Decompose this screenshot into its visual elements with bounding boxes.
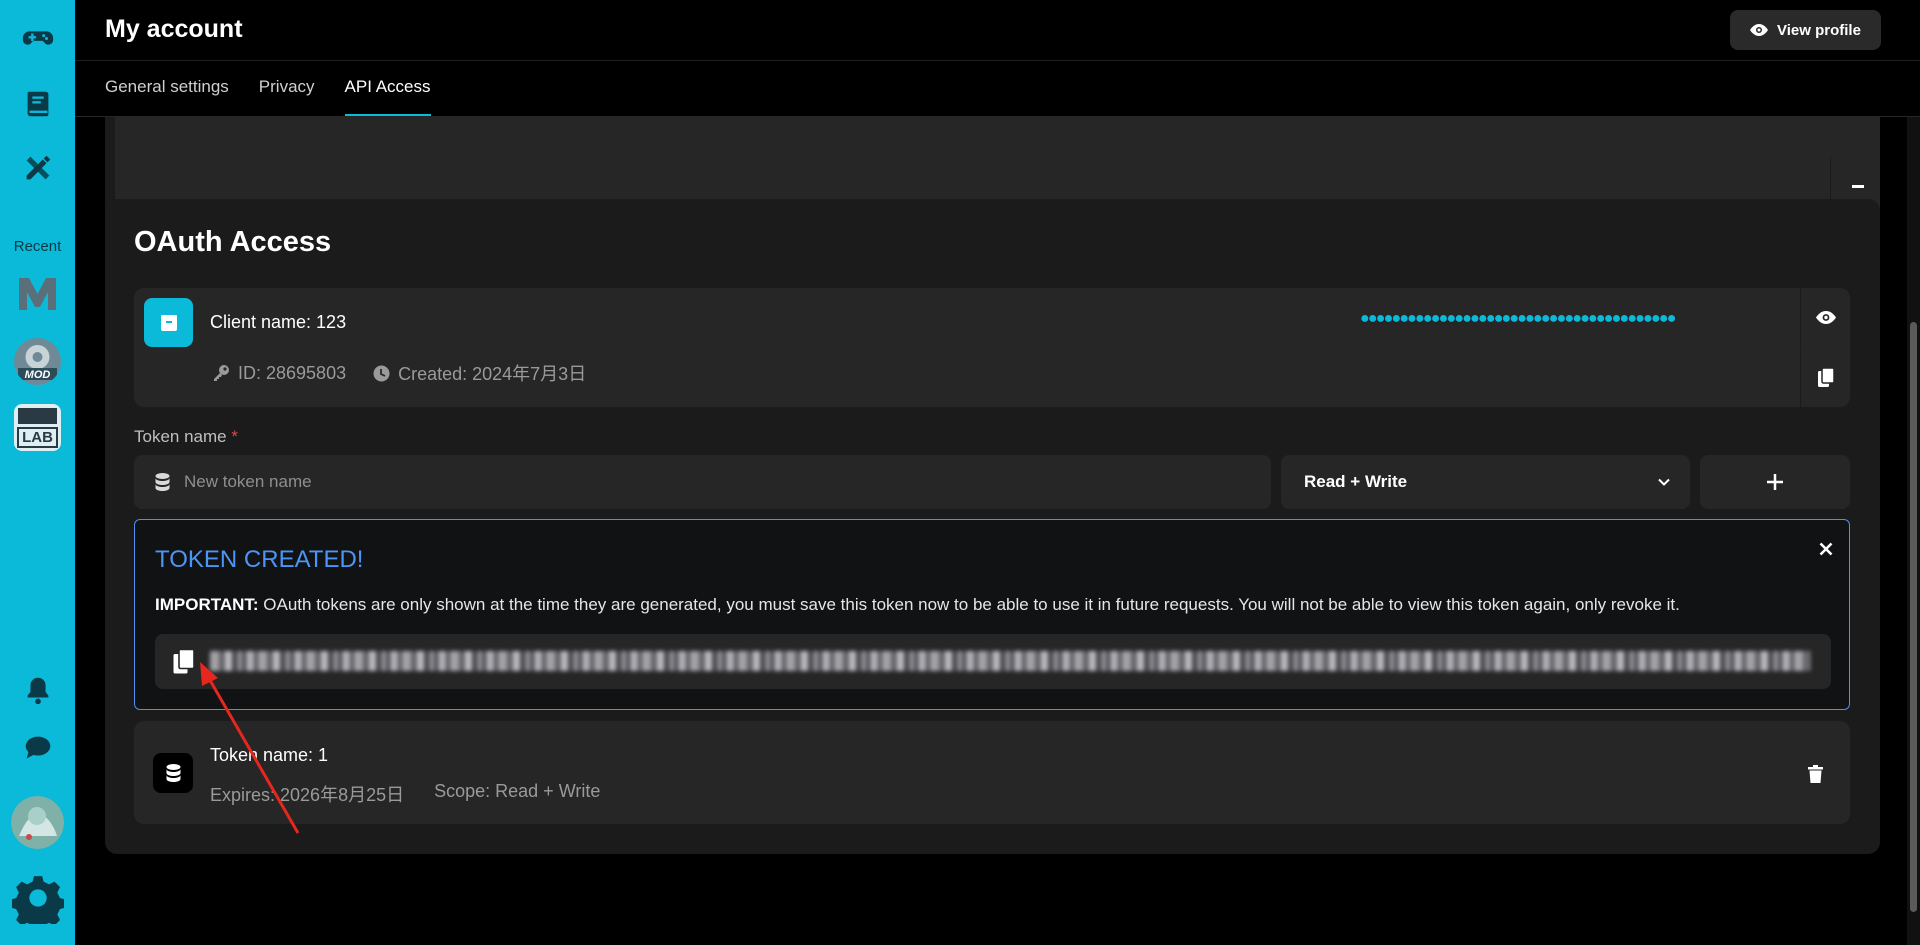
- chat-icon[interactable]: [12, 722, 63, 773]
- scrollbar-thumb[interactable]: [1910, 322, 1917, 912]
- annotation-arrow: [200, 662, 300, 834]
- client-name: Client name: 123: [210, 312, 347, 332]
- tab-api-access[interactable]: API Access: [344, 62, 431, 116]
- pencil-ruler-icon[interactable]: [12, 142, 63, 193]
- trash-icon: [1807, 765, 1823, 783]
- add-token-button[interactable]: [1700, 455, 1850, 509]
- token-scope-select[interactable]: Read + Write: [1281, 455, 1690, 509]
- new-token-field: [155, 634, 1831, 689]
- token-created-title: TOKEN CREATED!: [155, 546, 364, 573]
- key-icon: [214, 365, 229, 381]
- box-icon: [144, 298, 193, 347]
- clock-icon: [373, 365, 390, 381]
- token-list-item: Token name: 1 Expires: 2026年8月25日 Scope:…: [134, 721, 1850, 824]
- main-content: OAuth Access Client name: 123 ID: 286958…: [75, 117, 1920, 945]
- eye-icon: [1750, 24, 1769, 36]
- token-scope: Scope: Read + Write: [434, 781, 601, 801]
- important-message: OAuth tokens are only shown at the time …: [258, 595, 1680, 614]
- close-notice-button[interactable]: [1811, 534, 1841, 564]
- required-mark: *: [231, 427, 238, 446]
- view-profile-button[interactable]: View profile: [1730, 10, 1881, 50]
- recent-mod[interactable]: MOD: [14, 338, 61, 385]
- chevron-down-icon: [1658, 478, 1670, 486]
- gamepad-icon[interactable]: [12, 12, 63, 63]
- close-icon: [1819, 542, 1833, 556]
- header-divider: [75, 60, 1920, 61]
- oauth-client: Client name: 123 ID: 28695803 Created: 2…: [134, 288, 1850, 407]
- app: Recent MOD LAB My account View profile G…: [0, 0, 1920, 945]
- redacted-token-value: [210, 651, 1810, 671]
- client-id: ID: 28695803: [238, 362, 347, 383]
- client-secret-masked: ●●●●●●●●●●●●●●●●●●●●●●●●●●●●●●●●●●●●●●●●: [1360, 310, 1676, 327]
- client-created: Created: 2024年7月3日: [398, 364, 587, 384]
- oauth-section-title: OAuth Access: [134, 226, 332, 258]
- settings-gear-icon[interactable]: [10, 870, 65, 925]
- book-icon[interactable]: [12, 78, 63, 129]
- tab-privacy[interactable]: Privacy: [259, 62, 315, 116]
- token-name-input[interactable]: [184, 472, 1184, 492]
- token-created-message: IMPORTANT: OAuth tokens are only shown a…: [155, 595, 1680, 615]
- left-rail: Recent MOD LAB: [0, 0, 75, 945]
- database-icon: [153, 753, 193, 793]
- important-label: IMPORTANT:: [155, 595, 259, 614]
- database-icon: [155, 473, 170, 491]
- tab-general-settings[interactable]: General settings: [105, 62, 229, 116]
- mod-thumb-text: MOD: [24, 369, 51, 381]
- plus-icon: [1767, 474, 1783, 490]
- minus-icon: [1851, 185, 1864, 188]
- account-tabs: General settings Privacy API Access: [105, 62, 431, 116]
- copy-icon: [1817, 368, 1834, 387]
- bell-icon[interactable]: [12, 664, 63, 715]
- copy-secret-button[interactable]: [1800, 348, 1850, 407]
- reveal-secret-button[interactable]: [1800, 288, 1850, 347]
- eye-icon: [1815, 311, 1836, 324]
- recent-m[interactable]: [14, 270, 61, 317]
- token-name-label: Token name *: [134, 427, 238, 447]
- header: My account View profile General settings…: [75, 0, 1920, 117]
- view-profile-label: View profile: [1777, 21, 1861, 39]
- oauth-access-section: OAuth Access Client name: 123 ID: 286958…: [105, 199, 1880, 854]
- delete-token-button[interactable]: [1800, 759, 1830, 789]
- token-name-field[interactable]: [134, 455, 1271, 509]
- recent-label: Recent: [13, 238, 62, 255]
- token-name-label-text: Token name: [134, 427, 227, 446]
- recent-lab[interactable]: LAB: [14, 404, 61, 451]
- avatar[interactable]: [11, 796, 64, 849]
- page-title: My account: [105, 15, 243, 43]
- lab-thumb-text: LAB: [22, 429, 53, 446]
- client-meta: ID: 28695803 Created: 2024年7月3日: [212, 360, 586, 386]
- token-created-notice: TOKEN CREATED! IMPORTANT: OAuth tokens a…: [134, 519, 1850, 710]
- token-scope-value: Read + Write: [1304, 472, 1408, 491]
